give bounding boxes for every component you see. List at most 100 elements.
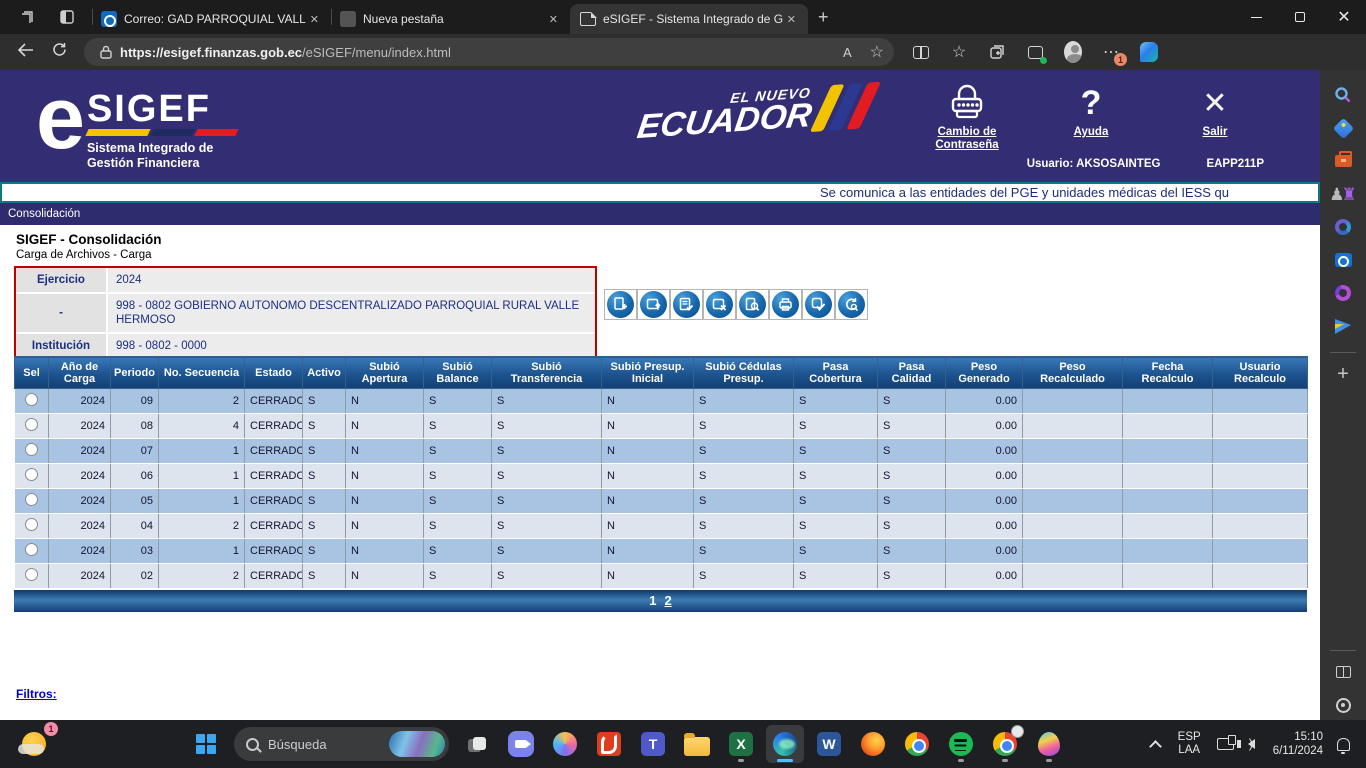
hidden-icons-chevron[interactable] — [1149, 740, 1162, 753]
table-cell: N — [602, 414, 694, 439]
file-explorer-icon[interactable] — [678, 725, 716, 763]
paint-drop-app-icon[interactable] — [1030, 725, 1068, 763]
pdf-app-icon[interactable] — [590, 725, 628, 763]
column-header: Estado — [245, 357, 303, 389]
spotify-app-icon[interactable] — [942, 725, 980, 763]
table-cell — [1023, 539, 1123, 564]
table-cell: 2024 — [49, 514, 111, 539]
network-icon[interactable] — [1217, 738, 1234, 750]
table-cell: S — [303, 564, 346, 589]
tab-esigef-active[interactable]: eSIGEF - Sistema Integrado de G ✕ — [570, 4, 808, 34]
minimize-button[interactable] — [1234, 0, 1278, 34]
copilot-app-icon[interactable] — [546, 725, 584, 763]
teams-app-icon[interactable]: T — [634, 725, 672, 763]
tab-correo[interactable]: Correo: GAD PARROQUIAL VALLE ✕ — [93, 6, 331, 32]
table-cell: S — [303, 514, 346, 539]
maximize-button[interactable] — [1278, 0, 1322, 34]
page-2-link[interactable]: 2 — [665, 593, 672, 608]
table-cell: S — [694, 489, 794, 514]
user-label: Usuario: AKSOSAINTEG — [1027, 158, 1161, 170]
close-button[interactable]: ✕ — [1322, 0, 1366, 34]
table-cell: 2 — [159, 564, 245, 589]
validate-form-button[interactable] — [670, 289, 703, 320]
row-radio-button[interactable] — [25, 393, 38, 406]
sidebar-outlook-icon[interactable] — [1332, 249, 1354, 271]
reload-search-button[interactable] — [835, 289, 868, 320]
back-button[interactable] — [8, 42, 42, 62]
favorites-icon[interactable]: ☆ — [950, 43, 968, 61]
new-document-button[interactable] — [604, 289, 637, 320]
start-button[interactable] — [187, 725, 225, 763]
table-row: 2024051CERRADOSNSSNSSS0.00 — [15, 489, 1308, 514]
edge-sidebar: ♟♜ + — [1320, 70, 1366, 720]
sidebar-shopping-icon[interactable] — [1332, 117, 1354, 139]
clock[interactable]: 15:10 6/11/2024 — [1273, 730, 1323, 758]
delete-record-button[interactable] — [703, 289, 736, 320]
row-radio-button[interactable] — [25, 493, 38, 506]
sidebar-panel-icon[interactable] — [1332, 661, 1354, 683]
tab-close-icon[interactable]: ✕ — [783, 13, 800, 26]
chat-app-icon[interactable] — [502, 725, 540, 763]
change-password-link[interactable]: Cambio de Contraseña — [922, 80, 1012, 152]
help-link[interactable]: ? Ayuda — [1046, 80, 1136, 152]
chrome-app-icon[interactable] — [898, 725, 936, 763]
copilot-icon[interactable] — [1140, 43, 1158, 61]
sidebar-designer-icon[interactable] — [1332, 315, 1354, 337]
split-screen-icon[interactable] — [912, 43, 930, 61]
approve-check-button[interactable] — [802, 289, 835, 320]
language-indicator[interactable]: ESP LAA — [1178, 731, 1201, 757]
row-radio-button[interactable] — [25, 518, 38, 531]
new-tab-button[interactable]: + — [818, 7, 829, 28]
exit-link[interactable]: ✕ Salir — [1170, 80, 1260, 152]
notifications-bell-icon[interactable] — [1337, 738, 1350, 751]
row-select-cell — [15, 464, 49, 489]
collections-icon[interactable] — [988, 43, 1006, 61]
print-button[interactable] — [769, 289, 802, 320]
tab-nueva-pestana[interactable]: Nueva pestaña ✕ — [332, 6, 570, 32]
read-aloud-icon[interactable]: A — [843, 45, 852, 60]
row-radio-button[interactable] — [25, 568, 38, 581]
sidebar-add-icon[interactable]: + — [1332, 363, 1354, 385]
table-cell: S — [492, 489, 602, 514]
filters-link[interactable]: Filtros: — [16, 687, 57, 701]
sidebar-games-icon[interactable]: ♟♜ — [1332, 183, 1354, 205]
table-cell: N — [346, 389, 424, 414]
profile-avatar[interactable] — [1064, 43, 1082, 61]
tab-actions-icon[interactable] — [54, 4, 80, 30]
taskbar-search-box[interactable]: Búsqueda — [234, 727, 449, 761]
row-radio-button[interactable] — [25, 443, 38, 456]
table-cell — [1023, 564, 1123, 589]
firefox-app-icon[interactable] — [854, 725, 892, 763]
volume-icon[interactable] — [1248, 739, 1259, 749]
browser-essentials-icon[interactable] — [1026, 43, 1044, 61]
tab-close-icon[interactable]: ✕ — [545, 13, 562, 26]
tab-close-icon[interactable]: ✕ — [306, 13, 323, 26]
task-view-button[interactable] — [458, 725, 496, 763]
logo-text: SIGEF — [87, 92, 237, 126]
word-app-icon[interactable]: W — [810, 725, 848, 763]
refresh-button[interactable] — [42, 42, 76, 62]
address-bar[interactable]: https://esigef.finanzas.gob.ec/eSIGEF/me… — [84, 38, 894, 66]
sidebar-settings-icon[interactable] — [1332, 694, 1354, 716]
excel-app-icon[interactable]: X — [722, 725, 760, 763]
sidebar-phone-link-icon[interactable] — [1332, 282, 1354, 304]
row-radio-button[interactable] — [25, 418, 38, 431]
menu-consolidacion[interactable]: Consolidación — [8, 208, 80, 220]
workspaces-icon[interactable] — [14, 4, 40, 30]
upload-file-button[interactable] — [637, 289, 670, 320]
table-cell: S — [492, 514, 602, 539]
favorite-star-icon[interactable]: ☆ — [870, 42, 884, 62]
document-icon — [580, 12, 596, 26]
sidebar-search-icon[interactable] — [1332, 84, 1354, 106]
edge-app-icon[interactable] — [766, 725, 804, 763]
sidebar-tools-icon[interactable] — [1332, 150, 1354, 172]
table-cell: CERRADO — [245, 389, 303, 414]
row-radio-button[interactable] — [25, 468, 38, 481]
preview-document-button[interactable] — [736, 289, 769, 320]
settings-menu-icon[interactable]: ⋯ 1 — [1102, 43, 1120, 61]
weather-widget[interactable]: 1 — [14, 724, 54, 764]
row-radio-button[interactable] — [25, 543, 38, 556]
sidebar-m365-icon[interactable] — [1332, 216, 1354, 238]
search-daily-image[interactable] — [389, 731, 445, 757]
chrome-profile-app-icon[interactable] — [986, 725, 1024, 763]
